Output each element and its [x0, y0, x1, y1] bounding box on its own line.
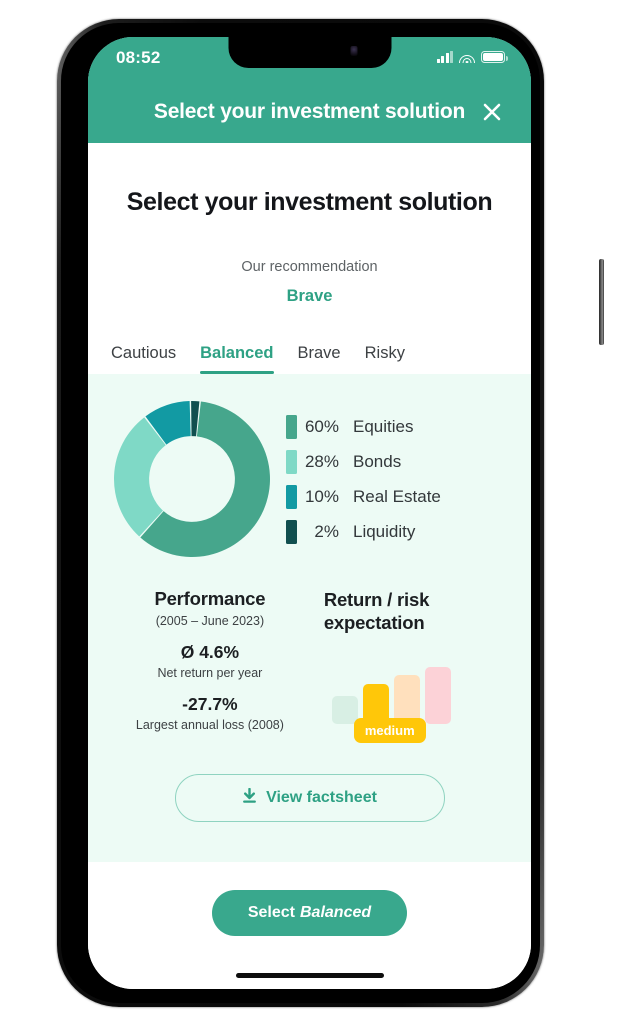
main-content: Select your investment solution Our reco… — [88, 143, 531, 989]
risk-expectation-block: Return / risk expectation medium — [318, 588, 517, 744]
performance-range: (2005 – June 2023) — [155, 614, 265, 628]
performance-title: Performance — [154, 588, 266, 609]
select-button-prefix: Select — [247, 904, 295, 921]
download-icon — [242, 787, 257, 809]
battery-icon — [481, 51, 508, 63]
legend-swatch-real-estate — [286, 484, 297, 509]
recommendation-value: Brave — [286, 287, 333, 305]
risk-expectation-title: Return / risk expectation — [323, 589, 430, 634]
legend-item-real-estate: 10% Real Estate — [286, 484, 515, 509]
risk-level-badge: medium — [353, 718, 426, 744]
legend-value-real-estate: 10% — [304, 486, 339, 506]
phone-screen: 08:52 Select your investment solution Se… — [88, 37, 531, 989]
status-clock: 08:52 — [116, 48, 161, 67]
tab-cautious[interactable]: Cautious — [111, 344, 176, 374]
legend-label-bonds: Bonds — [353, 451, 402, 471]
close-icon[interactable] — [479, 99, 505, 125]
wifi-icon — [459, 51, 475, 63]
legend-swatch-equities — [286, 414, 297, 439]
device-notch — [228, 37, 391, 68]
legend-item-bonds: 28% Bonds — [286, 449, 515, 474]
allocation-legend: 60% Equities 28% Bonds 10% Real Estate 2… — [280, 414, 515, 544]
risk-bar-risky — [424, 666, 451, 725]
earpiece-speaker-icon — [350, 46, 357, 56]
largest-loss-value: -27.7% — [182, 694, 238, 714]
risk-bar-cautious — [331, 696, 358, 725]
app-header-title: Select your investment solution — [153, 100, 466, 123]
legend-value-bonds: 28% — [304, 451, 339, 471]
legend-swatch-bonds — [286, 449, 297, 474]
legend-swatch-liquidity — [286, 519, 297, 544]
factsheet-row: View factsheet — [88, 774, 531, 822]
legend-value-equities: 60% — [304, 416, 339, 436]
page-title: Select your investment solution — [126, 188, 493, 216]
power-button[interactable] — [599, 259, 604, 345]
phone-frame: 08:52 Select your investment solution Se… — [57, 19, 604, 1007]
select-cta-row: Select Balanced — [88, 890, 531, 936]
view-factsheet-button[interactable]: View factsheet — [174, 774, 445, 822]
home-indicator[interactable] — [235, 973, 384, 978]
stats-section: Performance (2005 – June 2023) Ø 4.6% Ne… — [88, 588, 531, 744]
select-button-emphasis: Balanced — [300, 904, 372, 921]
risk-profile-tabs: Cautious Balanced Brave Risky — [88, 344, 531, 374]
solution-detail-panel: 60% Equities 28% Bonds 10% Real Estate 2… — [88, 374, 531, 862]
risk-bar-brave — [393, 675, 420, 725]
tab-brave[interactable]: Brave — [298, 344, 341, 374]
tab-balanced[interactable]: Balanced — [200, 344, 274, 374]
legend-item-liquidity: 2% Liquidity — [286, 519, 515, 544]
select-solution-button[interactable]: Select Balanced — [212, 890, 407, 936]
view-factsheet-label: View factsheet — [266, 789, 377, 806]
net-return-label: Net return per year — [157, 666, 263, 680]
tab-risky[interactable]: Risky — [365, 344, 405, 374]
status-icons — [436, 51, 508, 63]
performance-block: Performance (2005 – June 2023) Ø 4.6% Ne… — [102, 588, 318, 732]
screenshot-stage: 08:52 Select your investment solution Se… — [0, 0, 644, 1024]
legend-label-equities: Equities — [353, 416, 414, 436]
recommendation-label: Our recommendation — [241, 259, 378, 275]
legend-item-equities: 60% Equities — [286, 414, 515, 439]
legend-label-real-estate: Real Estate — [353, 486, 441, 506]
legend-label-liquidity: Liquidity — [353, 521, 416, 541]
legend-value-liquidity: 2% — [314, 521, 339, 541]
net-return-value: Ø 4.6% — [180, 642, 240, 662]
asset-allocation-section: 60% Equities 28% Bonds 10% Real Estate 2… — [88, 396, 531, 562]
allocation-donut-chart — [104, 396, 280, 562]
largest-loss-label: Largest annual loss (2008) — [135, 718, 284, 732]
risk-bar-chart: medium — [324, 650, 517, 744]
cellular-signal-icon — [436, 51, 453, 63]
